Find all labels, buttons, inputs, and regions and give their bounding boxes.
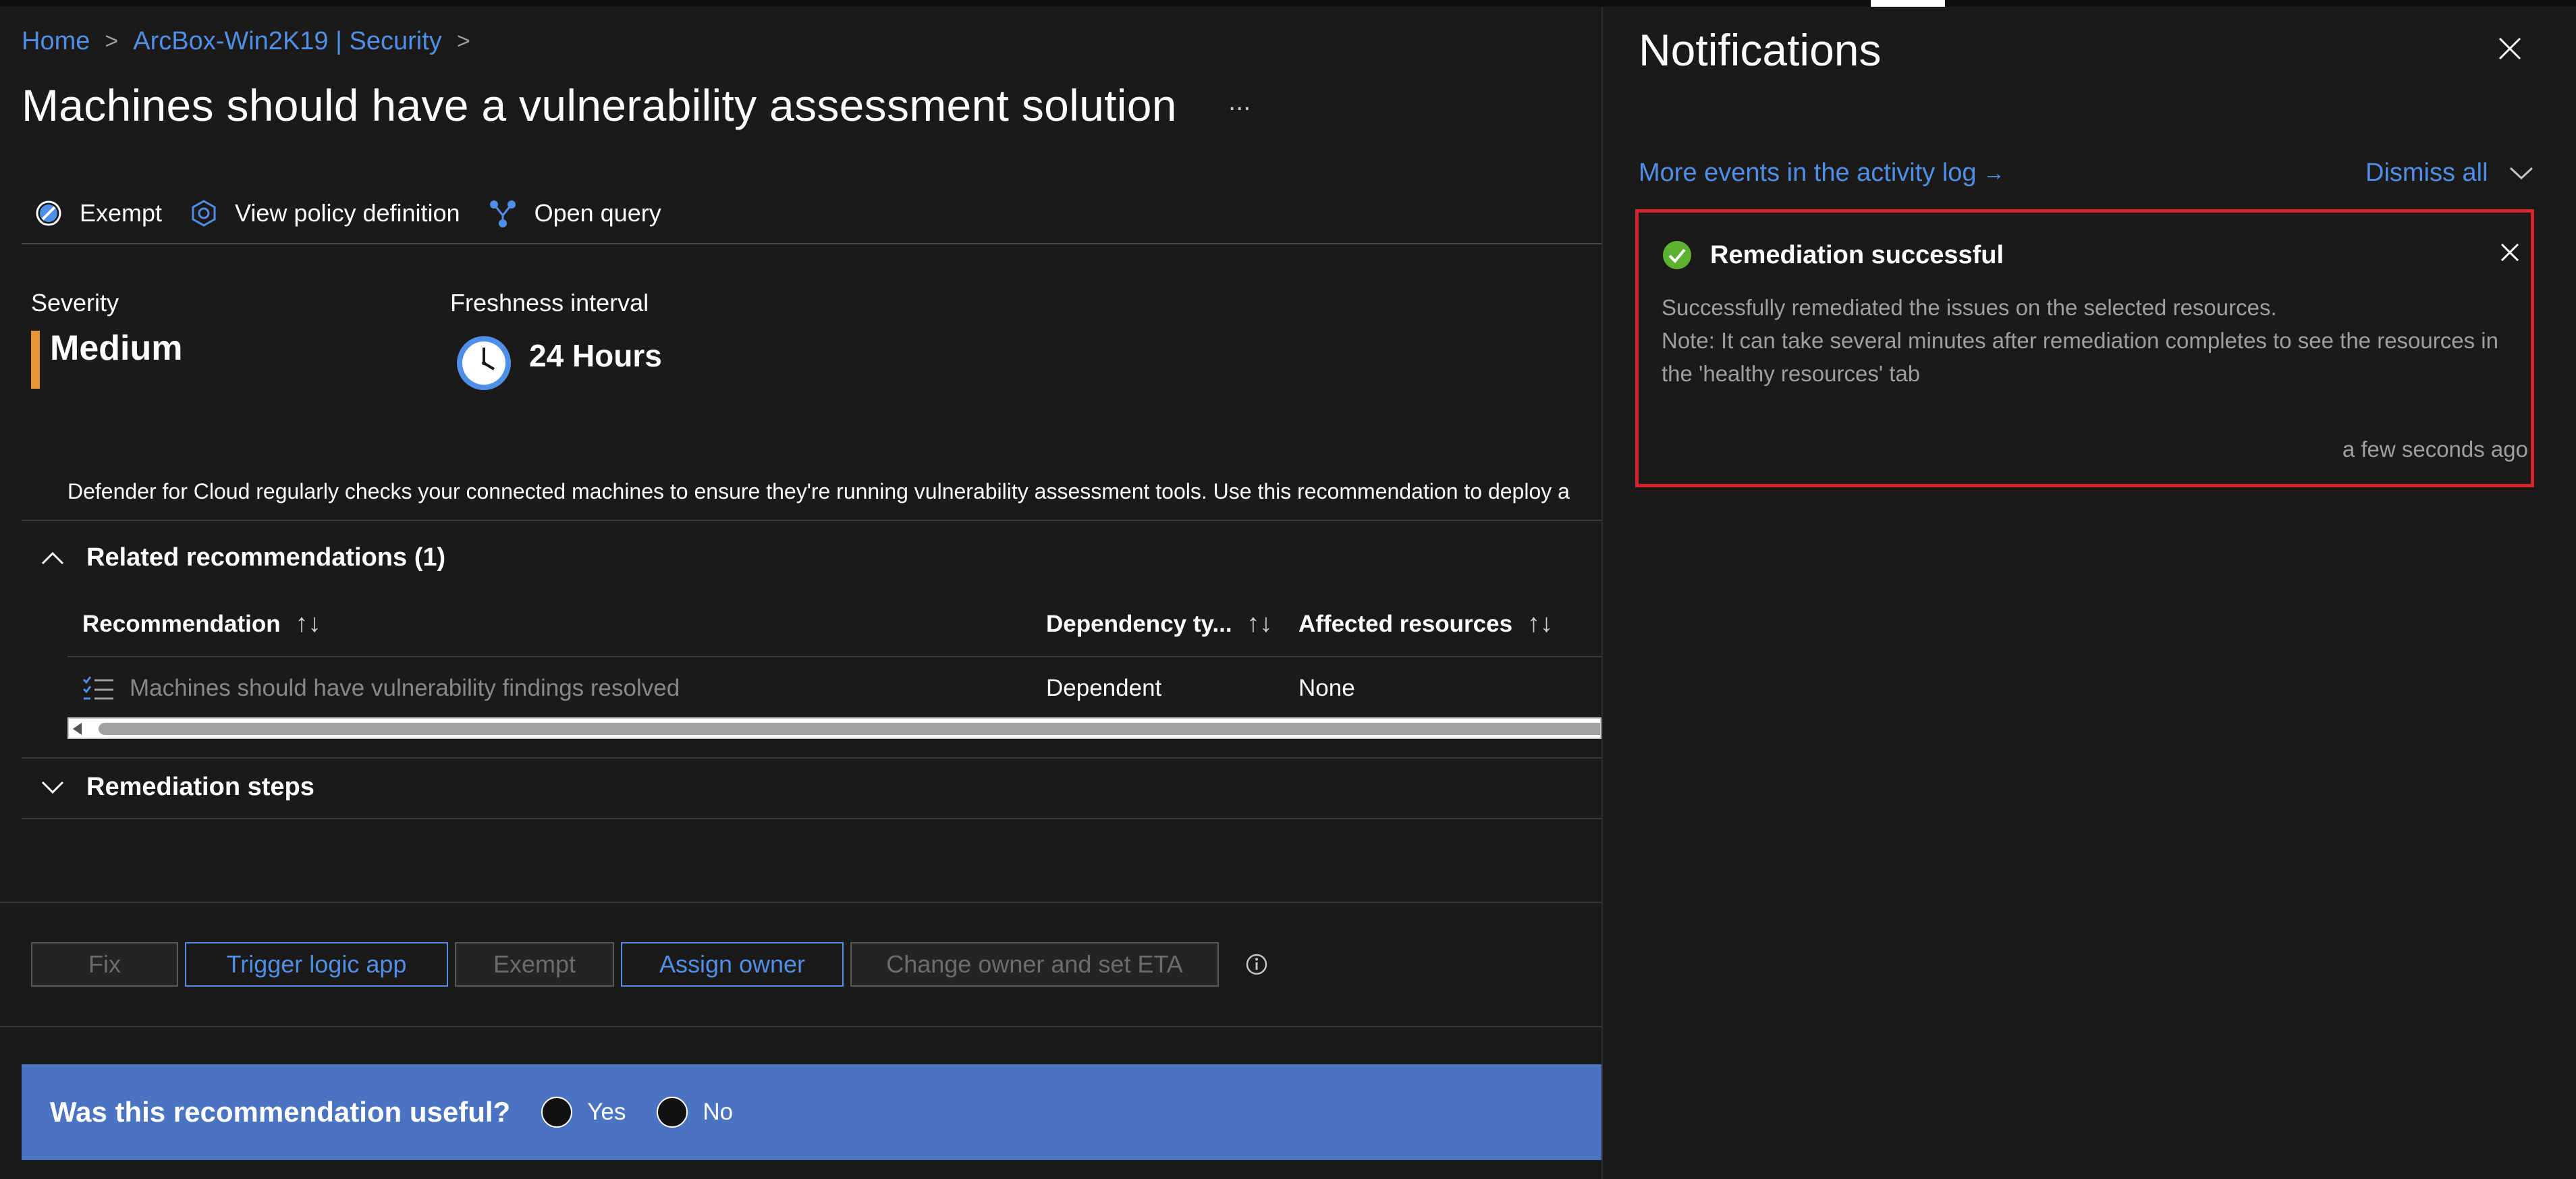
freshness-label: Freshness interval (450, 289, 649, 317)
feedback-question: Was this recommendation useful? (50, 1096, 511, 1128)
arrow-right-icon: → (1983, 161, 2005, 185)
close-icon[interactable] (2498, 36, 2522, 61)
chevron-right-icon: > (456, 28, 470, 54)
scrollbar-thumb[interactable] (99, 723, 1600, 735)
divider (0, 902, 1601, 903)
freshness-value: 24 Hours (529, 338, 662, 373)
activity-log-label: More events in the activity log (1639, 159, 1977, 187)
feedback-no-radio[interactable]: No (657, 1097, 733, 1128)
fix-button[interactable]: Fix (31, 942, 178, 987)
activity-log-link[interactable]: More events in the activity log → (1639, 159, 2005, 188)
close-icon[interactable] (2500, 242, 2520, 263)
column-label: Dependency ty... (1046, 610, 1232, 637)
exempt-toolbar-button[interactable]: Exempt (34, 198, 162, 228)
description-text: Defender for Cloud regularly checks your… (67, 479, 1570, 503)
dismiss-all-label: Dismiss all (2365, 159, 2488, 187)
more-options-button[interactable]: ... (1228, 86, 1251, 117)
severity-value: Medium (50, 329, 183, 368)
notifications-panel: Notifications More events in the activit… (1601, 7, 2576, 1179)
toast-message: Successfully remediated the issues on th… (1662, 291, 2505, 390)
action-bar: Fix Trigger logic app Exempt Assign owne… (31, 942, 1269, 987)
chevron-down-icon (41, 781, 64, 794)
related-recommendations-title: Related recommendations (1) (86, 543, 446, 572)
recommendation-blade: Home > ArcBox-Win2K19 | Security > Machi… (0, 7, 1601, 1179)
horizontal-scrollbar[interactable] (67, 717, 1601, 739)
dependency-type-cell: Dependent (1046, 675, 1162, 701)
divider (22, 818, 1601, 819)
sort-icon: ↑↓ (1246, 609, 1273, 638)
assign-owner-button[interactable]: Assign owner (621, 942, 844, 987)
affected-resources-cell: None (1298, 675, 1355, 701)
toast-timestamp: a few seconds ago (2342, 437, 2528, 462)
feedback-yes-radio[interactable]: Yes (541, 1097, 626, 1128)
breadcrumb: Home > ArcBox-Win2K19 | Security > (22, 27, 485, 56)
recommendation-name: Machines should have vulnerability findi… (130, 675, 680, 701)
notification-toast[interactable]: Remediation successful Successfully reme… (1635, 209, 2534, 487)
view-policy-label: View policy definition (235, 199, 460, 227)
open-query-label: Open query (534, 199, 661, 227)
divider (67, 656, 1601, 657)
radio-circle[interactable] (657, 1097, 688, 1128)
checklist-icon (82, 676, 113, 700)
toast-title: Remediation successful (1710, 240, 2004, 269)
divider (22, 243, 1601, 244)
feedback-no-label: No (703, 1099, 734, 1125)
page-title: Machines should have a vulnerability ass… (22, 80, 1177, 130)
column-header-dependency[interactable]: Dependency ty... ↑↓ (1046, 609, 1273, 638)
sort-icon: ↑↓ (1527, 609, 1554, 638)
toolbar: Exempt View policy definition Open query (34, 198, 688, 229)
related-recommendations-header[interactable]: Related recommendations (1) (40, 543, 445, 572)
divider (0, 1026, 1601, 1027)
feedback-banner: Was this recommendation useful? Yes No (22, 1064, 1601, 1160)
open-query-button[interactable]: Open query (487, 198, 661, 229)
remediation-steps-title: Remediation steps (86, 773, 314, 801)
policy-icon (192, 200, 216, 227)
feedback-yes-label: Yes (587, 1099, 626, 1125)
severity-indicator (31, 331, 40, 389)
dismiss-all-button[interactable]: Dismiss all (2365, 159, 2534, 188)
chevron-right-icon: > (105, 28, 119, 54)
column-header-recommendation[interactable]: Recommendation ↑↓ (82, 609, 321, 638)
divider (22, 520, 1601, 521)
column-header-affected[interactable]: Affected resources ↑↓ (1298, 609, 1553, 638)
notifications-title: Notifications (1639, 25, 1882, 75)
column-label: Affected resources (1298, 610, 1513, 637)
remediation-steps-header[interactable]: Remediation steps (40, 773, 314, 802)
divider (22, 757, 1601, 759)
top-bar-active-tab[interactable] (1871, 0, 1945, 7)
scroll-left-arrow-icon[interactable] (73, 723, 82, 735)
exempt-icon (36, 200, 61, 226)
toast-header: Remediation successful (1662, 240, 2004, 271)
chevron-down-icon (2509, 167, 2533, 180)
breadcrumb-home[interactable]: Home (22, 27, 90, 56)
chevron-up-icon (41, 551, 64, 564)
exempt-button[interactable]: Exempt (455, 942, 614, 987)
column-label: Recommendation (82, 610, 281, 637)
toast-message-line: Successfully remediated the issues on th… (1662, 295, 2277, 320)
top-bar (0, 0, 2576, 7)
change-owner-button[interactable]: Change owner and set ETA (850, 942, 1219, 987)
info-icon[interactable] (1244, 952, 1269, 977)
success-check-icon (1663, 241, 1691, 269)
exempt-toolbar-label: Exempt (80, 199, 163, 227)
query-icon (489, 200, 516, 227)
clock-icon (457, 336, 511, 390)
radio-circle[interactable] (541, 1097, 573, 1128)
toast-message-note: Note: It can take several minutes after … (1662, 328, 2498, 386)
sort-icon: ↑↓ (295, 609, 321, 638)
breadcrumb-resource[interactable]: ArcBox-Win2K19 | Security (133, 27, 442, 56)
view-policy-definition-button[interactable]: View policy definition (189, 198, 460, 228)
table-row-recommendation[interactable]: Machines should have vulnerability findi… (82, 675, 680, 702)
trigger-logic-app-button[interactable]: Trigger logic app (185, 942, 448, 987)
severity-label: Severity (31, 289, 119, 317)
